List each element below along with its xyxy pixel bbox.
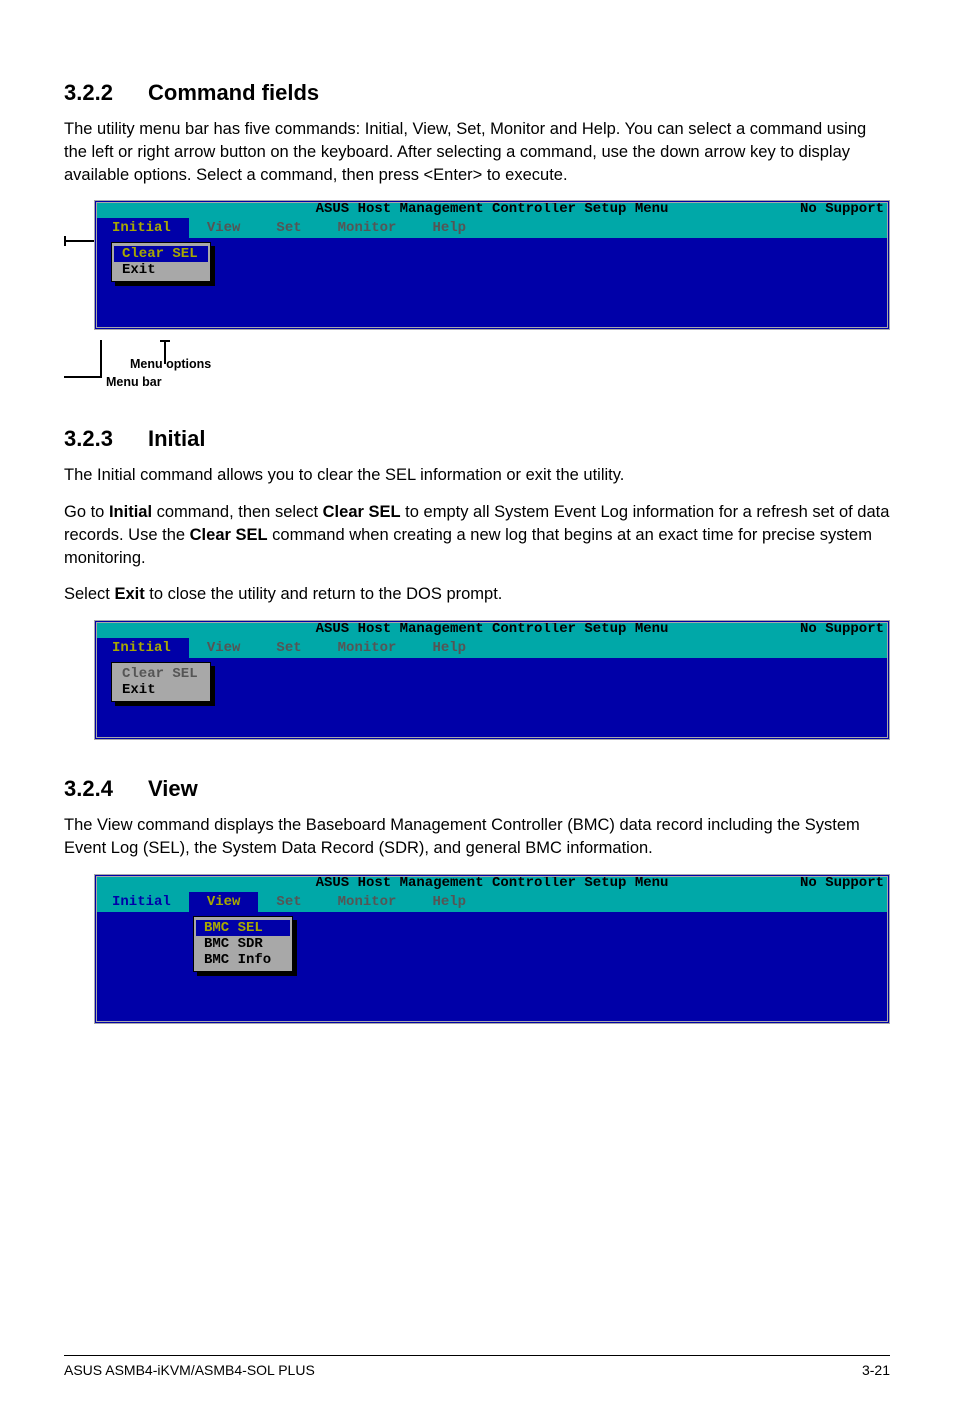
dos-screenshot-3: ASUS Host Management Controller Setup Me… xyxy=(94,874,890,1024)
dd-clear-sel[interactable]: Clear SEL xyxy=(114,666,208,682)
menu-monitor[interactable]: Monitor xyxy=(320,892,415,912)
dropdown-view: BMC SEL BMC SDR BMC Info xyxy=(193,916,293,972)
para-323-1: The Initial command allows you to clear … xyxy=(64,464,890,487)
heading-323: 3.2.3Initial xyxy=(64,426,890,452)
leader-line xyxy=(64,376,100,378)
menu-bar: Initial View Set Monitor Help xyxy=(94,892,890,912)
menu-bar: Initial View Set Monitor Help xyxy=(94,218,890,238)
heading-title: Command fields xyxy=(148,80,319,105)
dos-support: No Support xyxy=(800,200,884,218)
leader-line xyxy=(64,236,66,246)
annot-menu-bar: Menu bar xyxy=(106,374,211,392)
dos-title: ASUS Host Management Controller Setup Me… xyxy=(94,620,890,638)
dropdown-initial: Clear SEL Exit xyxy=(111,662,211,702)
heading-324: 3.2.4View xyxy=(64,776,890,802)
footer-left: ASUS ASMB4-iKVM/ASMB4-SOL PLUS xyxy=(64,1362,315,1378)
para-323-3: Select Exit to close the utility and ret… xyxy=(64,583,890,606)
menu-initial[interactable]: Initial xyxy=(94,638,189,658)
heading-title: View xyxy=(148,776,198,801)
heading-title: Initial xyxy=(148,426,205,451)
dd-clear-sel[interactable]: Clear SEL xyxy=(114,246,208,262)
dos-screenshot-2: ASUS Host Management Controller Setup Me… xyxy=(94,620,890,740)
dd-bmc-sel[interactable]: BMC SEL xyxy=(196,920,290,936)
para-323-2: Go to Initial command, then select Clear… xyxy=(64,501,890,569)
menu-set[interactable]: Set xyxy=(258,638,319,658)
dd-exit[interactable]: Exit xyxy=(114,262,208,278)
menu-help[interactable]: Help xyxy=(414,218,484,238)
menu-view[interactable]: View xyxy=(189,218,259,238)
menu-bar: Initial View Set Monitor Help xyxy=(94,638,890,658)
dos-screenshot-1: ASUS Host Management Controller Setup Me… xyxy=(94,200,890,330)
menu-help[interactable]: Help xyxy=(414,892,484,912)
dos-support: No Support xyxy=(800,874,884,892)
dos-support: No Support xyxy=(800,620,884,638)
footer-right: 3-21 xyxy=(862,1362,890,1378)
annot-menu-options: Menu options xyxy=(130,356,211,374)
heading-num: 3.2.2 xyxy=(64,80,148,106)
heading-num: 3.2.3 xyxy=(64,426,148,452)
menu-monitor[interactable]: Monitor xyxy=(320,218,415,238)
annotations: Menu options Menu bar xyxy=(124,356,211,391)
menu-initial[interactable]: Initial xyxy=(94,892,189,912)
dd-exit[interactable]: Exit xyxy=(114,682,208,698)
menu-set[interactable]: Set xyxy=(258,218,319,238)
menu-view[interactable]: View xyxy=(189,892,259,912)
heading-num: 3.2.4 xyxy=(64,776,148,802)
menu-set[interactable]: Set xyxy=(258,892,319,912)
para-324: The View command displays the Baseboard … xyxy=(64,814,890,860)
page-footer: ASUS ASMB4-iKVM/ASMB4-SOL PLUS 3-21 xyxy=(64,1355,890,1378)
leader-line xyxy=(160,340,170,342)
menu-initial[interactable]: Initial xyxy=(94,218,189,238)
heading-322: 3.2.2Command fields xyxy=(64,80,890,106)
dd-bmc-info[interactable]: BMC Info xyxy=(196,952,290,968)
para-322: The utility menu bar has five commands: … xyxy=(64,118,890,186)
dos-title: ASUS Host Management Controller Setup Me… xyxy=(94,200,890,218)
leader-line xyxy=(64,240,94,242)
leader-line xyxy=(100,340,102,378)
dropdown-initial: Clear SEL Exit xyxy=(111,242,211,282)
dd-bmc-sdr[interactable]: BMC SDR xyxy=(196,936,290,952)
dos-title: ASUS Host Management Controller Setup Me… xyxy=(94,874,890,892)
menu-monitor[interactable]: Monitor xyxy=(320,638,415,658)
menu-view[interactable]: View xyxy=(189,638,259,658)
menu-help[interactable]: Help xyxy=(414,638,484,658)
